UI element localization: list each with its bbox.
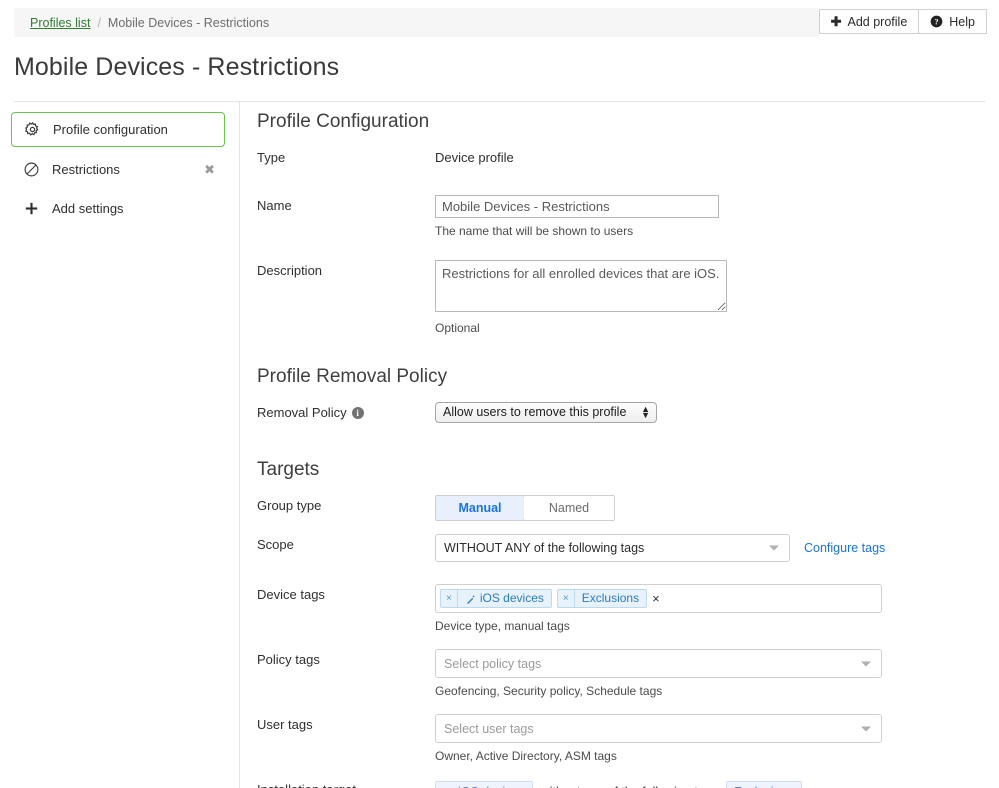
scope-value: WITHOUT ANY of the following tags [444, 541, 644, 555]
policy-tags-label: Policy tags [257, 649, 435, 667]
tag-chip-ios-devices[interactable]: × iOS devices [440, 589, 552, 608]
help-label: Help [949, 15, 975, 29]
remove-restrictions-icon[interactable]: ✖ [198, 162, 215, 178]
removal-policy-row: Removal Policy i Allow users to remove t… [257, 402, 999, 426]
tag-chip-label: Exclusions [582, 590, 639, 607]
gear-icon [21, 121, 43, 138]
sidebar-item-add-settings[interactable]: Add settings [11, 192, 225, 225]
chevron-down-icon[interactable] [861, 661, 871, 666]
user-tags-row: User tags Select user tags Owner, Active… [257, 714, 999, 763]
installation-target-label: Installation target [257, 779, 435, 788]
description-hint: Optional [435, 321, 999, 335]
scope-row: Scope WITHOUT ANY of the following tags … [257, 534, 999, 562]
top-bar: Profiles list / Mobile Devices - Restric… [0, 0, 999, 45]
removal-policy-select[interactable]: Allow users to remove this profile ▲▼ [435, 402, 657, 423]
installation-target-chip-exclusions: Exclusions [726, 781, 802, 788]
sidebar-item-profile-configuration[interactable]: Profile configuration [11, 112, 225, 147]
clear-all-tags-icon[interactable]: × [652, 591, 660, 606]
info-icon[interactable]: i [352, 407, 364, 419]
help-button[interactable]: ? Help [919, 9, 987, 34]
prohibition-icon [20, 161, 42, 178]
installation-target-row: Installation target iOS devices without … [257, 779, 999, 788]
tag-chip-label: iOS devices [480, 590, 544, 607]
sidebar-item-label: Add settings [52, 201, 215, 216]
magic-wand-icon [465, 593, 476, 604]
type-row: Type Device profile [257, 147, 999, 165]
breadcrumb: Profiles list / Mobile Devices - Restric… [14, 8, 819, 37]
add-profile-label: Add profile [848, 15, 908, 29]
sidebar-item-restrictions[interactable]: Restrictions ✖ [11, 153, 225, 186]
targets-heading: Targets [257, 459, 999, 481]
profile-removal-policy-heading: Profile Removal Policy [257, 366, 999, 388]
policy-tags-input[interactable]: Select policy tags [435, 649, 882, 678]
user-tags-hint: Owner, Active Directory, ASM tags [435, 749, 999, 763]
name-input[interactable] [435, 195, 719, 218]
plus-icon: ✚ [831, 15, 842, 28]
scope-select[interactable]: WITHOUT ANY of the following tags [435, 534, 790, 562]
sidebar-item-label: Restrictions [52, 162, 198, 177]
main-content: Profile Configuration Type Device profil… [240, 102, 999, 788]
sidebar-item-label: Profile configuration [53, 122, 214, 137]
group-type-option-manual[interactable]: Manual [435, 495, 525, 521]
remove-tag-icon[interactable]: × [558, 590, 575, 607]
name-hint: The name that will be shown to users [435, 224, 999, 238]
help-circle-icon: ? [930, 15, 943, 28]
policy-tags-hint: Geofencing, Security policy, Schedule ta… [435, 684, 999, 698]
device-tags-row: Device tags × iOS devices [257, 584, 999, 633]
chevron-down-icon [769, 546, 779, 551]
breadcrumb-separator: / [97, 16, 100, 30]
group-type-option-named[interactable]: Named [524, 496, 614, 520]
plus-icon [20, 202, 42, 215]
removal-policy-label: Removal Policy i [257, 402, 435, 420]
stepper-arrows-icon: ▲▼ [641, 403, 650, 422]
device-tags-label: Device tags [257, 584, 435, 602]
chevron-down-icon[interactable] [861, 726, 871, 731]
device-tags-input[interactable]: × iOS devices × [435, 584, 882, 613]
breadcrumb-profiles-list-link[interactable]: Profiles list [30, 16, 90, 30]
body: Profile configuration Restrictions ✖ Add… [0, 102, 999, 788]
type-value: Device profile [435, 147, 999, 165]
settings-sidebar: Profile configuration Restrictions ✖ Add… [0, 102, 240, 788]
remove-tag-icon[interactable]: × [441, 590, 458, 607]
svg-text:?: ? [935, 17, 939, 26]
user-tags-input[interactable]: Select user tags [435, 714, 882, 743]
policy-tags-row: Policy tags Select policy tags Geofencin… [257, 649, 999, 698]
removal-policy-label-text: Removal Policy [257, 405, 347, 420]
user-tags-label: User tags [257, 714, 435, 732]
profile-configuration-heading: Profile Configuration [257, 111, 999, 133]
installation-target-summary: iOS devices without any of the following… [435, 779, 999, 788]
installation-target-chip-ios-devices: iOS devices [435, 781, 533, 788]
configure-tags-link[interactable]: Configure tags [804, 541, 885, 555]
group-type-row: Group type Manual Named [257, 495, 999, 521]
policy-tags-placeholder: Select policy tags [444, 657, 541, 671]
description-label: Description [257, 260, 435, 278]
page-title: Mobile Devices - Restrictions [14, 53, 999, 82]
removal-policy-value: Allow users to remove this profile [443, 405, 626, 419]
name-label: Name [257, 195, 435, 213]
description-row: Description Restrictions for all enrolle… [257, 260, 999, 335]
type-label: Type [257, 147, 435, 165]
add-profile-button[interactable]: ✚ Add profile [819, 9, 920, 34]
scope-label: Scope [257, 534, 435, 552]
header-actions: ✚ Add profile ? Help [819, 9, 987, 34]
device-tags-hint: Device type, manual tags [435, 619, 999, 633]
group-type-label: Group type [257, 495, 435, 513]
group-type-toggle: Manual Named [435, 495, 615, 521]
user-tags-placeholder: Select user tags [444, 722, 534, 736]
tag-chip-exclusions[interactable]: × Exclusions [557, 589, 647, 608]
breadcrumb-current: Mobile Devices - Restrictions [108, 16, 269, 30]
description-textarea[interactable]: Restrictions for all enrolled devices th… [435, 260, 727, 312]
name-row: Name The name that will be shown to user… [257, 195, 999, 238]
